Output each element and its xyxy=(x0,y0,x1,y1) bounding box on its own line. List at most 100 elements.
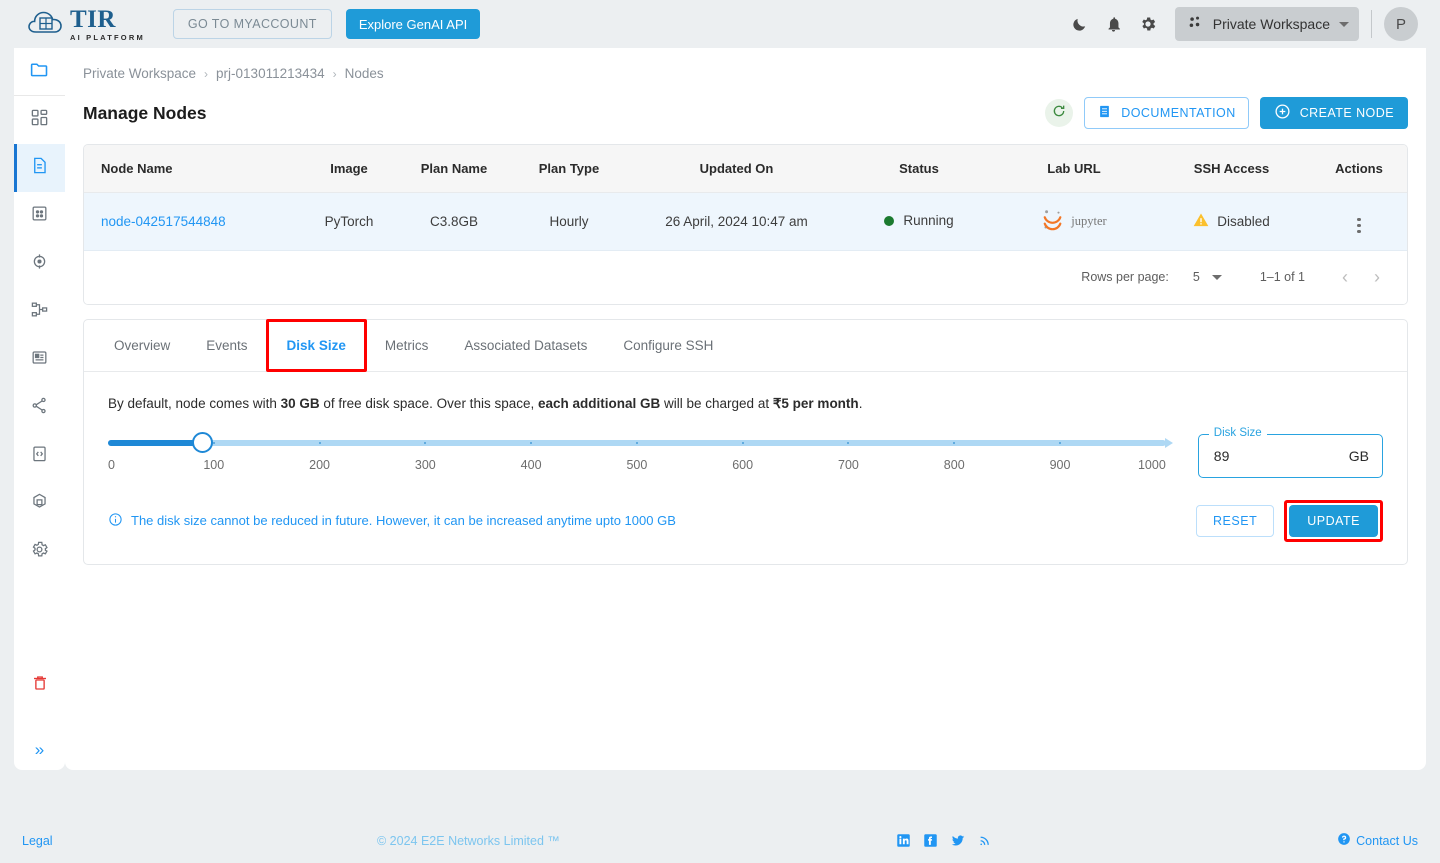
pagination-prev-button[interactable]: ‹ xyxy=(1329,261,1361,293)
sidebar-item-models[interactable] xyxy=(14,480,65,528)
create-node-label: CREATE NODE xyxy=(1299,106,1394,120)
sidebar-item-inference[interactable] xyxy=(14,240,65,288)
refresh-button[interactable] xyxy=(1045,99,1074,127)
slider-thumb[interactable] xyxy=(191,431,213,453)
twitter-icon[interactable] xyxy=(950,833,966,848)
jupyter-link[interactable]: jupyter xyxy=(1041,209,1107,234)
nodes-table: Node Name Image Plan Name Plan Type Upda… xyxy=(84,145,1407,251)
update-button[interactable]: UPDATE xyxy=(1289,504,1378,537)
tab-overview[interactable]: Overview xyxy=(96,320,188,371)
footer-legal-link[interactable]: Legal xyxy=(22,834,53,848)
pagination-next-button[interactable]: › xyxy=(1361,261,1393,293)
slider-tick-label: 0 xyxy=(108,457,115,472)
linkedin-icon[interactable] xyxy=(896,833,911,848)
slider-tick-label: 1000 xyxy=(1137,457,1166,472)
pipelines-icon xyxy=(30,300,49,324)
inference-icon xyxy=(30,252,49,276)
sidebar-item-datasets[interactable] xyxy=(14,192,65,240)
settings-icon xyxy=(30,540,49,564)
desc-part: will be charged at xyxy=(660,395,773,411)
topbar-divider xyxy=(1371,10,1372,38)
goto-myaccount-button[interactable]: GO TO MYACCOUNT xyxy=(172,9,332,39)
row-actions-menu-icon[interactable] xyxy=(1357,217,1361,233)
avatar[interactable]: P xyxy=(1384,7,1418,41)
desc-part-bold: each additional GB xyxy=(537,395,661,411)
slider-tick-label: 600 xyxy=(732,457,754,472)
node-name-link[interactable]: node-042517544848 xyxy=(101,214,226,229)
delete-icon xyxy=(31,676,49,696)
slider-tick-dot xyxy=(741,441,744,444)
tab-disk-size[interactable]: Disk Size xyxy=(265,318,367,372)
sidebar-item-nodes[interactable] xyxy=(14,144,65,192)
rows-per-page-select[interactable]: 5 xyxy=(1193,270,1222,284)
explore-genai-api-button[interactable]: Explore GenAI API xyxy=(345,9,481,39)
sidebar-item-api-tokens[interactable] xyxy=(14,384,65,432)
disk-size-input-legend: Disk Size xyxy=(1208,426,1267,439)
slider-tick-label: 300 xyxy=(414,457,436,472)
footer-contact-link[interactable]: Contact Us xyxy=(1337,832,1418,849)
slider-tick-label: 400 xyxy=(520,457,542,472)
disk-size-note: The disk size cannot be reduced in futur… xyxy=(108,512,676,530)
sidebar-item-folder[interactable] xyxy=(14,48,65,96)
sidebar-item-pipelines[interactable] xyxy=(14,288,65,336)
workspace-selector[interactable]: Private Workspace xyxy=(1174,7,1359,41)
tab-events[interactable]: Events xyxy=(188,320,265,371)
footer-contact-label: Contact Us xyxy=(1356,833,1418,848)
cell-plan-name: C3.8GB xyxy=(399,192,509,251)
sidebar-item-dashboard[interactable] xyxy=(14,96,65,144)
goto-myaccount-label: GO TO MYACCOUNT xyxy=(187,17,317,31)
cell-lab-url: jupyter xyxy=(994,192,1154,251)
slider-tick-label: 100 xyxy=(203,457,225,472)
desc-part: of free disk space. Over this space, xyxy=(319,395,538,411)
slider-tick-dot xyxy=(1059,441,1061,444)
create-node-button[interactable]: CREATE NODE xyxy=(1259,97,1408,129)
tab-associated-datasets[interactable]: Associated Datasets xyxy=(446,320,605,371)
logo-title: TIR xyxy=(70,5,116,33)
desc-part-bold: ₹5 per month xyxy=(772,395,859,411)
reset-button[interactable]: RESET xyxy=(1196,504,1275,537)
desc-part: . xyxy=(858,395,863,411)
slider-tick-label: 800 xyxy=(943,457,965,472)
help-icon xyxy=(1337,832,1351,849)
slider-track-fill xyxy=(108,439,203,446)
sidebar-expand-button[interactable]: » xyxy=(35,741,44,758)
settings-icon[interactable] xyxy=(1131,7,1165,41)
tab-bar: Overview Events Disk Size Metrics Associ… xyxy=(84,318,1407,372)
page-title: Manage Nodes xyxy=(83,102,207,123)
slider-tick-label: 900 xyxy=(1049,457,1071,472)
facebook-icon[interactable] xyxy=(923,833,938,848)
sidebar-item-trash[interactable] xyxy=(31,674,49,697)
disk-size-input[interactable] xyxy=(1211,446,1312,465)
column-header-status: Status xyxy=(844,145,994,193)
slider-tick-dot xyxy=(318,441,321,444)
breadcrumb-item-workspace[interactable]: Private Workspace xyxy=(83,66,196,81)
tab-metrics[interactable]: Metrics xyxy=(367,320,447,371)
breadcrumb-separator-icon: › xyxy=(332,66,337,81)
documentation-button[interactable]: DOCUMENTATION xyxy=(1084,97,1249,129)
tab-configure-ssh[interactable]: Configure SSH xyxy=(605,320,731,371)
sidebar-item-settings[interactable] xyxy=(14,528,65,576)
column-header-actions: Actions xyxy=(1309,145,1407,193)
disk-size-slider[interactable]: 0 100 200 300 400 500 600 700 800 900 1000 xyxy=(108,431,1173,478)
breadcrumb-item-nodes[interactable]: Nodes xyxy=(345,66,384,81)
sidebar-item-code[interactable] xyxy=(14,432,65,480)
slider-tick-dot xyxy=(212,441,215,444)
brand-logo[interactable]: TIR AI PLATFORM xyxy=(26,7,145,42)
disk-size-input-field[interactable]: Disk Size GB xyxy=(1197,426,1383,478)
slider-tick-dot xyxy=(424,441,427,444)
slider-track[interactable] xyxy=(108,431,1173,453)
dark-mode-icon[interactable] xyxy=(1063,7,1097,41)
code-icon xyxy=(30,444,49,468)
column-header-image: Image xyxy=(299,145,399,193)
table-row: node-042517544848 PyTorch C3.8GB Hourly … xyxy=(84,192,1407,251)
cell-updated-on: 26 April, 2024 10:47 am xyxy=(629,192,844,251)
rss-icon[interactable] xyxy=(978,833,992,848)
folder-icon xyxy=(29,59,50,85)
sidebar-item-containers[interactable] xyxy=(14,336,65,384)
logo-subtitle: AI PLATFORM xyxy=(70,32,145,42)
cell-ssh-access: Disabled xyxy=(1154,192,1309,251)
cell-status: Running xyxy=(844,192,994,251)
sidebar: » xyxy=(14,48,65,770)
notifications-icon[interactable] xyxy=(1097,7,1131,41)
breadcrumb-item-project[interactable]: prj-013011213434 xyxy=(216,66,325,81)
